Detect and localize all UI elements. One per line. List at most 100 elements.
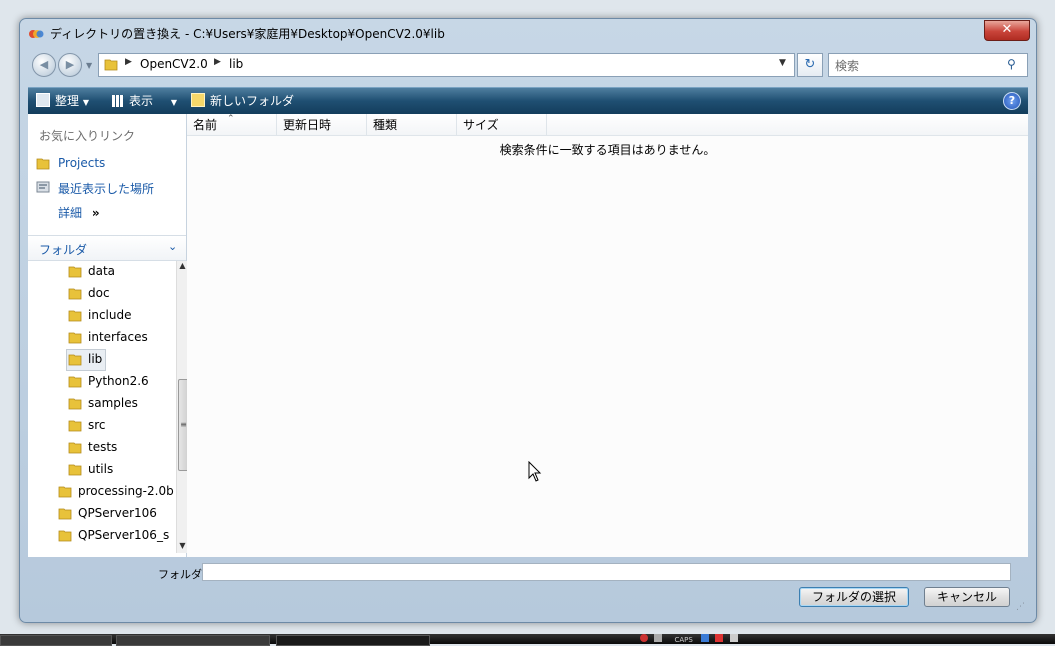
tree-item-selected[interactable]: lib — [66, 349, 106, 371]
tree-item[interactable]: QPServer106 — [58, 504, 174, 524]
folder-icon — [68, 376, 82, 388]
column-filler — [547, 114, 1028, 136]
tree-item[interactable]: data — [68, 262, 168, 282]
system-tray: CAPS — [640, 634, 1055, 644]
folder-icon — [68, 398, 82, 410]
tree-item-label: tests — [88, 440, 118, 454]
more-label: 詳細 — [58, 206, 83, 220]
close-button[interactable]: ✕ — [984, 20, 1030, 41]
navigation-pane: お気に入りリンク Projects 最近表示した場所 詳細 » フォルダ ⌄ d… — [28, 114, 189, 557]
tree-item-label: lib — [88, 352, 103, 366]
taskbar-button[interactable] — [0, 635, 112, 646]
favorite-recent-places[interactable]: 最近表示した場所 — [58, 180, 154, 197]
tree-item[interactable]: utils — [68, 460, 168, 480]
column-modified[interactable]: 更新日時 — [277, 114, 367, 136]
tree-item[interactable]: src — [68, 416, 168, 436]
organize-icon — [36, 93, 50, 107]
folder-field[interactable] — [202, 563, 1011, 581]
tree-item-label: utils — [88, 462, 114, 476]
tray-icon[interactable] — [701, 634, 710, 642]
refresh-icon: ↻ — [804, 57, 816, 72]
organize-button[interactable]: 整理 ▼ — [36, 92, 89, 109]
refresh-button[interactable]: ↻ — [797, 53, 823, 77]
folder-icon — [58, 530, 72, 542]
favorite-more[interactable]: 詳細 » — [58, 204, 100, 221]
folder-tree: data doc include interfaces lib Python2.… — [28, 261, 174, 553]
breadcrumb-separator-icon[interactable]: ▶ — [214, 57, 221, 67]
file-list-pane[interactable]: 名前 ⌃ 更新日時 種類 サイズ 検索条件に一致する項目はありません。 — [187, 114, 1028, 557]
view-label: 表示 — [129, 94, 154, 108]
tray-icon[interactable] — [729, 634, 738, 642]
cancel-button[interactable]: キャンセル — [924, 587, 1010, 607]
favorite-projects[interactable]: Projects — [58, 156, 105, 170]
column-name-label: 名前 — [193, 118, 218, 132]
tree-item-label: src — [88, 418, 106, 432]
tree-item[interactable]: processing-2.0b — [58, 482, 174, 502]
view-button[interactable]: 表示 ▼ — [112, 92, 177, 109]
forward-button[interactable]: ▶ — [58, 53, 82, 77]
new-folder-button[interactable]: 新しいフォルダ — [191, 92, 294, 109]
tray-icon[interactable] — [640, 634, 648, 642]
select-folder-button[interactable]: フォルダの選択 — [799, 587, 909, 607]
favorites-header: お気に入りリンク — [39, 129, 136, 143]
folder-icon — [36, 158, 50, 170]
chevron-down-icon: ▼ — [170, 98, 177, 107]
search-input[interactable]: 検索 ⚲ — [828, 53, 1028, 77]
caps-indicator: CAPS — [674, 636, 693, 644]
tree-item[interactable]: QPServer106_s — [58, 526, 174, 546]
help-icon[interactable]: ? — [1003, 92, 1021, 110]
app-logo-icon — [29, 30, 44, 38]
address-dropdown-icon[interactable]: ▼ — [779, 58, 786, 68]
tree-item-label: samples — [88, 396, 138, 410]
empty-message: 検索条件に一致する項目はありません。 — [499, 143, 716, 157]
navigation-bar: ◀ ▶ ▼ ▶ OpenCV2.0 ▶ lib ▼ ↻ 検索 ⚲ — [28, 49, 1028, 81]
tree-item[interactable]: tests — [68, 438, 168, 458]
tree-item[interactable]: doc — [68, 284, 168, 304]
column-name[interactable]: 名前 ⌃ — [187, 114, 277, 136]
column-type-label: 種類 — [373, 118, 398, 132]
forward-arrow-icon: ▶ — [65, 58, 75, 71]
title-bar[interactable]: ディレクトリの置き換え - C:¥Users¥家庭用¥Desktop¥OpenC… — [20, 19, 1036, 49]
window-title: ディレクトリの置き換え - C:¥Users¥家庭用¥Desktop¥OpenC… — [50, 27, 445, 41]
folder-picker-dialog: ディレクトリの置き換え - C:¥Users¥家庭用¥Desktop¥OpenC… — [19, 18, 1037, 623]
tree-item[interactable]: include — [68, 306, 168, 326]
close-icon: ✕ — [1001, 22, 1013, 37]
view-grid-icon — [112, 95, 124, 107]
folder-open-icon — [68, 354, 82, 366]
tree-item-label: QPServer106_s — [78, 528, 170, 542]
dialog-footer: フォルダ: フォルダの選択 キャンセル ⋰ — [28, 557, 1028, 617]
tree-item-label: processing-2.0b — [78, 484, 174, 498]
column-size-label: サイズ — [463, 118, 499, 132]
tray-icon[interactable] — [654, 634, 663, 642]
folder-icon — [68, 266, 82, 278]
taskbar: CAPS — [0, 634, 1055, 646]
breadcrumb-opencv[interactable]: OpenCV2.0 — [140, 57, 208, 71]
column-type[interactable]: 種類 — [367, 114, 457, 136]
folder-icon — [58, 486, 72, 498]
folders-header-label: フォルダ — [39, 243, 88, 257]
tree-item[interactable]: interfaces — [68, 328, 168, 348]
new-folder-icon — [191, 93, 205, 107]
back-button[interactable]: ◀ — [32, 53, 56, 77]
breadcrumb-separator-icon[interactable]: ▶ — [125, 57, 132, 67]
taskbar-button[interactable] — [116, 635, 270, 646]
resize-grip-icon[interactable]: ⋰ — [1016, 602, 1025, 612]
column-size[interactable]: サイズ — [457, 114, 547, 136]
sort-ascending-icon: ⌃ — [227, 114, 235, 124]
recent-places-icon — [36, 181, 50, 193]
tree-item-label: doc — [88, 286, 110, 300]
folder-icon — [58, 508, 72, 520]
search-icon[interactable]: ⚲ — [1007, 57, 1016, 71]
chevron-down-icon: ⌄ — [168, 240, 178, 253]
history-dropdown-icon[interactable]: ▼ — [86, 61, 96, 71]
folders-section-header[interactable]: フォルダ ⌄ — [28, 235, 186, 261]
folder-icon — [68, 420, 82, 432]
address-bar[interactable]: ▶ OpenCV2.0 ▶ lib ▼ — [98, 53, 795, 77]
tree-item-label: include — [88, 308, 132, 322]
tree-item[interactable]: Python2.6 — [68, 372, 168, 392]
folder-icon — [68, 464, 82, 476]
taskbar-button[interactable] — [276, 635, 430, 646]
breadcrumb-lib[interactable]: lib — [229, 57, 243, 71]
tray-icon[interactable] — [715, 634, 724, 642]
tree-item[interactable]: samples — [68, 394, 168, 414]
